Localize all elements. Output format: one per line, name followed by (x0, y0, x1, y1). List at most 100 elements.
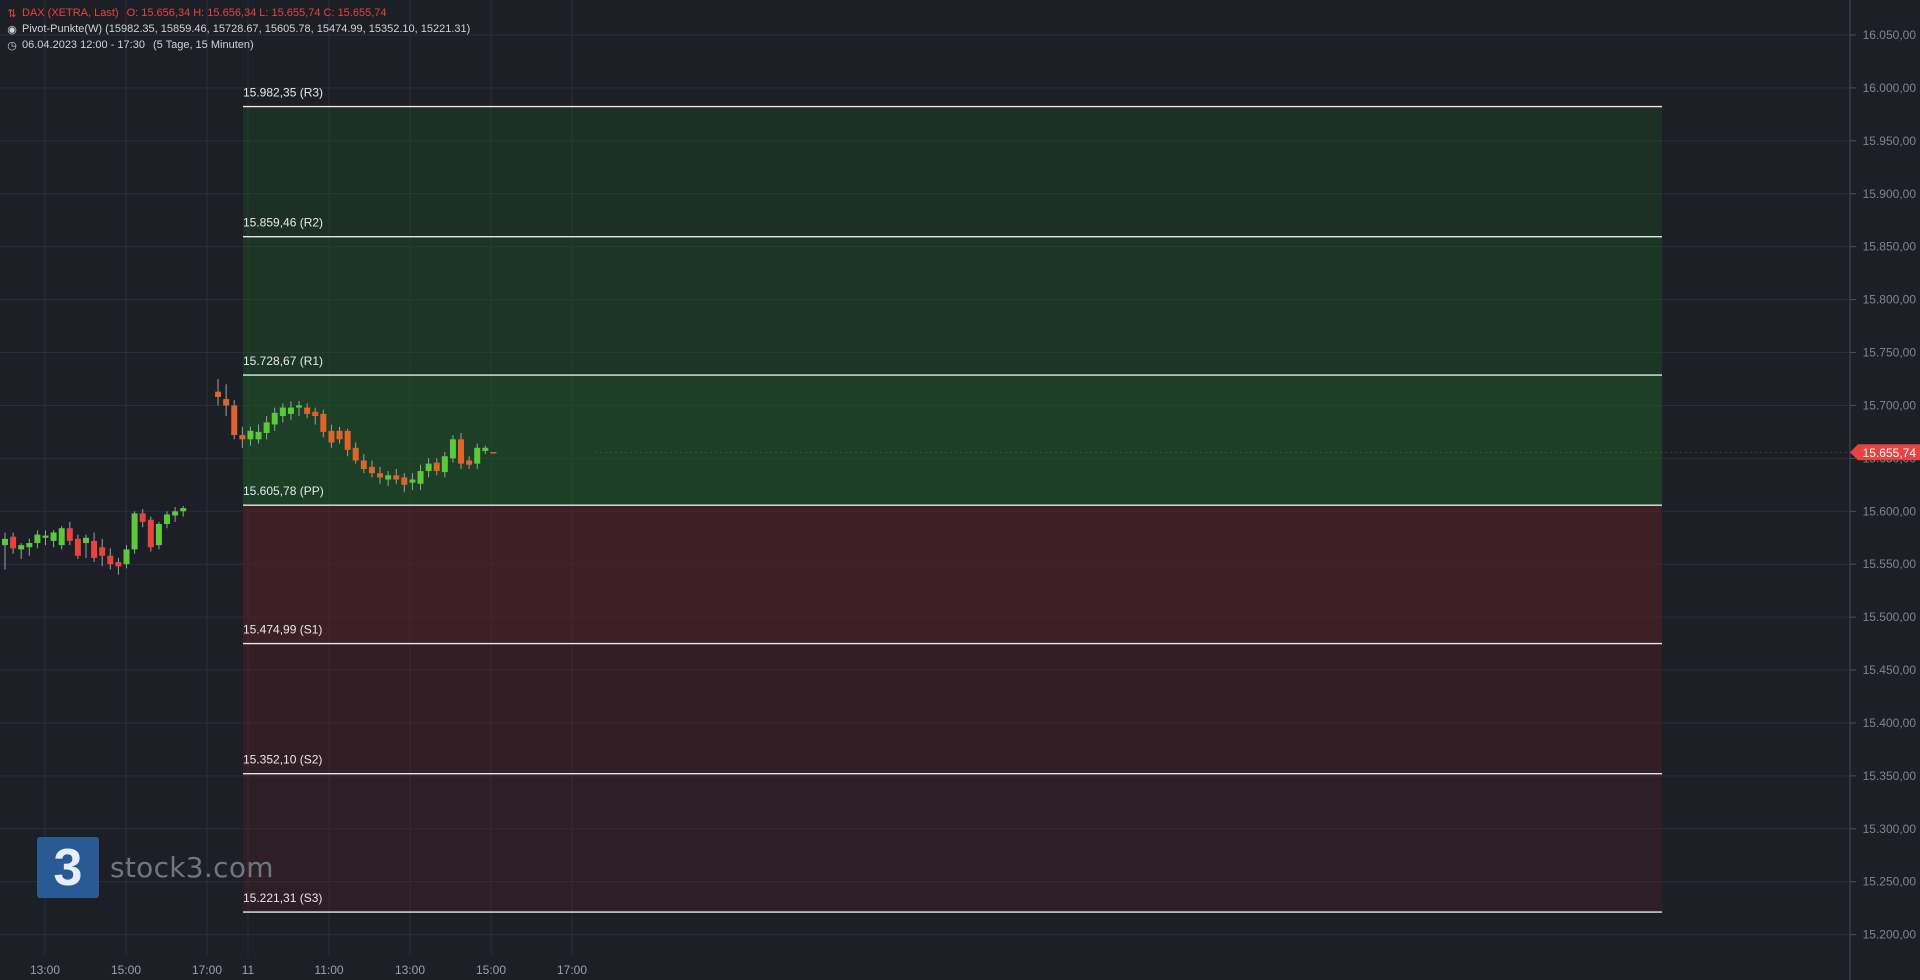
last-price-label: 15.655,74 (1863, 446, 1917, 460)
candle-body (466, 460, 473, 465)
candle-body (368, 466, 375, 474)
pivot-label: 15.474,99 (S1) (243, 623, 322, 637)
y-tick-label: 15.600,00 (1863, 504, 1917, 518)
candle-body (433, 462, 440, 472)
candle-body (223, 399, 230, 406)
candle-body (328, 430, 335, 443)
x-tick-label: 11 (242, 963, 255, 977)
y-tick-label: 15.350,00 (1863, 769, 1917, 783)
candle-body (312, 411, 319, 417)
candle-body (215, 391, 222, 397)
x-tick-label: 15:00 (476, 963, 506, 977)
candle-body (482, 447, 489, 451)
y-tick-label: 16.000,00 (1863, 81, 1917, 95)
candle-body (336, 430, 343, 440)
x-tick-label: 13:00 (395, 963, 425, 977)
candle-body (155, 523, 162, 546)
price-chart[interactable]: 15.982,35 (R3) 15.859,46 (R2) 15.728,67 (R… (0, 0, 1920, 980)
y-tick-label: 15.450,00 (1863, 663, 1917, 677)
candle-body (287, 407, 294, 414)
pivot-zone (243, 236, 1662, 376)
y-tick-label: 15.800,00 (1863, 293, 1917, 307)
candle-body (263, 422, 270, 433)
legend-instrument[interactable]: ⇅ DAX (XETRA, Last) O: 15.656,34 H: 15.6… (6, 6, 387, 20)
candle-body (271, 412, 278, 425)
clock-icon: ◷ (7, 39, 17, 52)
candle-body (83, 537, 89, 544)
candle-body (449, 439, 456, 459)
candle-body (66, 528, 73, 541)
candle-body (107, 555, 114, 565)
candle-body (18, 545, 25, 550)
candle-body (2, 538, 8, 546)
candle-body (26, 543, 33, 548)
candle-body (360, 460, 367, 469)
candle-body (147, 519, 154, 548)
legend-period[interactable]: ◷ 06.04.2023 12:00 - 17:30 (5 Tage, 15 M… (6, 38, 254, 52)
candle-body (393, 475, 400, 480)
indicator-values: Pivot-Punkte(W) (15982.35, 15859.46, 157… (22, 23, 471, 35)
candle-body (255, 431, 262, 440)
y-tick-label: 16.050,00 (1863, 28, 1917, 42)
x-tick-label: 17:00 (192, 963, 222, 977)
candle-body (247, 430, 254, 440)
candle-body (377, 473, 384, 478)
price-axis[interactable]: 16.050,00 16.000,00 15.950,00 15.900,00 15.8… (1849, 0, 1920, 980)
candle-body (164, 514, 170, 524)
candle-body (50, 532, 57, 541)
candle-body (304, 407, 311, 414)
candle-body (417, 471, 424, 484)
candle-body (296, 405, 303, 408)
candle-body (58, 528, 65, 546)
x-tick-label: 15:00 (111, 963, 141, 977)
candle-body (180, 508, 187, 512)
candle-body (320, 413, 327, 432)
logo-text: stock3.com (110, 851, 274, 884)
candle-body (458, 439, 465, 464)
pivot-zone (243, 106, 1662, 237)
pivot-zones (243, 106, 1662, 913)
candle-body (131, 513, 138, 550)
candle-body (74, 538, 81, 556)
pivot-label: 15.728,67 (R1) (243, 354, 323, 368)
logo-mark: 3 (37, 837, 99, 898)
candle-body (352, 447, 359, 461)
instrument-name: DAX (XETRA, Last) (22, 7, 119, 19)
y-tick-label: 15.950,00 (1863, 134, 1917, 148)
pivot-zone (243, 773, 1662, 913)
x-tick-label: 17:00 (557, 963, 587, 977)
candle-body (490, 452, 497, 454)
x-tick-label: 11:00 (314, 963, 343, 977)
period-range: (5 Tage, 15 Minuten) (152, 39, 254, 51)
pivot-label: 15.605,78 (PP) (243, 484, 324, 498)
candle-body (441, 456, 448, 473)
legend-indicator[interactable]: ◉ Pivot-Punkte(W) (15982.35, 15859.46, 1… (6, 22, 470, 36)
pivot-zone (243, 505, 1662, 644)
y-tick-label: 15.200,00 (1863, 928, 1917, 942)
stock3-logo: 3 stock3.com (37, 837, 274, 898)
y-tick-label: 15.400,00 (1863, 716, 1917, 730)
candle-body (99, 547, 106, 556)
y-tick-label: 15.850,00 (1863, 240, 1917, 254)
candle-body (409, 479, 416, 483)
candle-body (425, 463, 432, 472)
candle-body (10, 536, 17, 549)
candle-body (172, 511, 179, 516)
period-date: 06.04.2023 12:00 - 17:30 (22, 39, 145, 51)
ohlc-values: O: 15.656,34 H: 15.656,34 L: 15.655,74 C… (126, 7, 387, 19)
y-tick-label: 15.550,00 (1863, 557, 1917, 571)
candle-body (139, 513, 146, 522)
candle-body (91, 540, 98, 558)
candle-body (401, 477, 408, 485)
pivot-label: 15.859,46 (R2) (243, 216, 323, 230)
candle-body (115, 562, 122, 567)
pivot-label: 15.982,35 (R3) (243, 86, 323, 100)
pivot-zone (243, 643, 1662, 774)
candle-body (42, 535, 49, 538)
candle-body (231, 405, 238, 436)
candle-body (279, 407, 286, 417)
candle-body (344, 430, 351, 450)
candlestick-icon: ⇅ (7, 7, 17, 20)
candle-body (474, 447, 481, 464)
pivot-label: 15.352,10 (S2) (243, 753, 322, 767)
